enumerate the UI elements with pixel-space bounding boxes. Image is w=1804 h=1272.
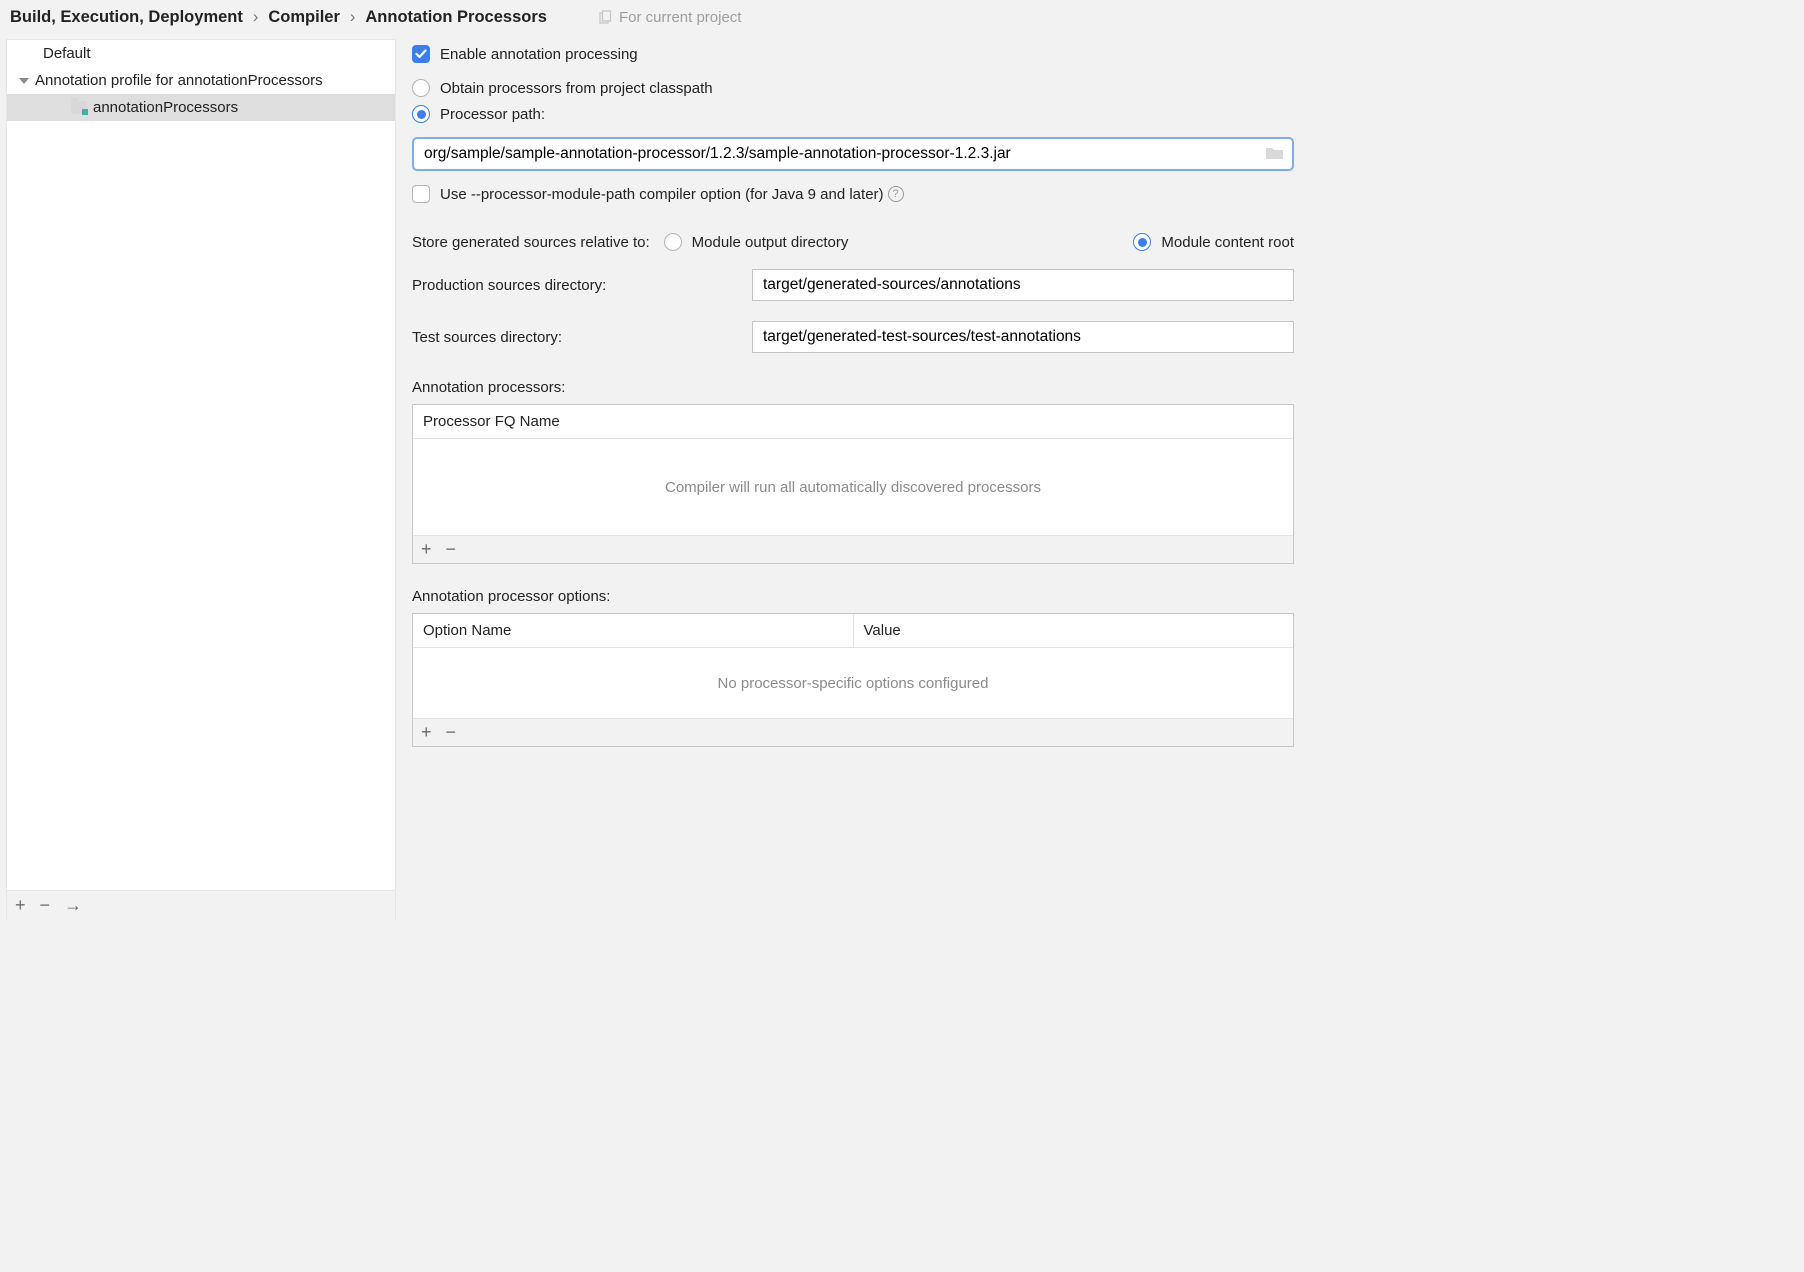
prod-dir-row: Production sources directory:	[412, 269, 1294, 301]
enable-label: Enable annotation processing	[440, 46, 638, 63]
add-profile-button[interactable]: +	[15, 895, 26, 916]
processor-path-row[interactable]: Processor path:	[412, 105, 1294, 123]
breadcrumb: Build, Execution, Deployment › Compiler …	[10, 8, 547, 27]
tree-label: Annotation profile for annotationProcess…	[35, 72, 323, 89]
store-option2-label: Module content root	[1161, 234, 1294, 251]
move-profile-button[interactable]: →	[64, 895, 82, 916]
help-icon[interactable]: ?	[888, 186, 904, 202]
test-dir-label: Test sources directory:	[412, 329, 752, 346]
col-option-value[interactable]: Value	[854, 614, 1294, 647]
scope-indicator: For current project	[597, 9, 742, 26]
test-dir-row: Test sources directory:	[412, 321, 1294, 353]
enable-annotation-checkbox[interactable]	[412, 45, 430, 63]
breadcrumb-part-1[interactable]: Build, Execution, Deployment	[10, 8, 243, 27]
obtain-label: Obtain processors from project classpath	[440, 80, 713, 97]
table-toolbar: + −	[413, 535, 1293, 563]
remove-profile-button[interactable]: −	[40, 895, 51, 916]
profile-item-module[interactable]: annotationProcessors	[7, 94, 395, 121]
breadcrumb-part-2[interactable]: Compiler	[268, 8, 340, 27]
ann-proc-section-label: Annotation processors:	[412, 379, 1294, 396]
breadcrumb-row: Build, Execution, Deployment › Compiler …	[0, 0, 1300, 39]
remove-processor-button[interactable]: −	[446, 539, 457, 560]
table-toolbar: + −	[413, 718, 1293, 746]
table-empty-text: No processor-specific options configured	[413, 648, 1293, 718]
obtain-from-classpath-radio[interactable]	[412, 79, 430, 97]
profile-sidebar: Default Annotation profile for annotatio…	[6, 39, 396, 920]
store-label: Store generated sources relative to:	[412, 234, 650, 251]
add-option-button[interactable]: +	[421, 722, 432, 743]
store-row: Store generated sources relative to: Mod…	[412, 233, 1294, 251]
table-empty-text: Compiler will run all automatically disc…	[413, 439, 1293, 535]
processor-options-table: Option Name Value No processor-specific …	[412, 613, 1294, 747]
sidebar-toolbar: + − →	[7, 890, 395, 920]
add-processor-button[interactable]: +	[421, 539, 432, 560]
module-output-radio[interactable]	[664, 233, 682, 251]
profile-item-annotation-profile[interactable]: Annotation profile for annotationProcess…	[7, 67, 395, 94]
enable-row[interactable]: Enable annotation processing	[412, 45, 1294, 63]
browse-folder-icon[interactable]	[1266, 145, 1284, 163]
table-header: Processor FQ Name	[413, 405, 1293, 439]
obtain-row[interactable]: Obtain processors from project classpath	[412, 79, 1294, 97]
processor-path-radio[interactable]	[412, 105, 430, 123]
body: Default Annotation profile for annotatio…	[0, 39, 1300, 920]
test-dir-input[interactable]	[752, 321, 1294, 353]
processor-path-input[interactable]	[422, 144, 1260, 164]
settings-panel: Build, Execution, Deployment › Compiler …	[0, 0, 1300, 920]
module-path-row[interactable]: Use --processor-module-path compiler opt…	[412, 185, 1294, 203]
main-panel: Enable annotation processing Obtain proc…	[396, 39, 1300, 920]
opt-section-label: Annotation processor options:	[412, 588, 1294, 605]
tree-label: Default	[43, 45, 91, 62]
table-header: Option Name Value	[413, 614, 1293, 648]
scope-label: For current project	[619, 9, 742, 26]
processor-path-field-wrap	[412, 137, 1294, 171]
module-path-label: Use --processor-module-path compiler opt…	[440, 186, 884, 203]
module-folder-icon	[71, 101, 87, 114]
store-option-output[interactable]: Module output directory	[664, 233, 849, 251]
profile-item-default[interactable]: Default	[7, 40, 395, 67]
col-option-name[interactable]: Option Name	[413, 614, 854, 647]
breadcrumb-sep: ›	[253, 8, 259, 27]
profile-tree[interactable]: Default Annotation profile for annotatio…	[7, 40, 395, 890]
breadcrumb-sep: ›	[350, 8, 356, 27]
processor-path-label: Processor path:	[440, 106, 545, 123]
col-processor-fq-name[interactable]: Processor FQ Name	[413, 405, 1293, 438]
remove-option-button[interactable]: −	[446, 722, 457, 743]
prod-dir-label: Production sources directory:	[412, 277, 752, 294]
prod-dir-input[interactable]	[752, 269, 1294, 301]
triangle-down-icon	[19, 78, 29, 84]
copy-icon	[597, 10, 613, 26]
module-content-root-radio[interactable]	[1133, 233, 1151, 251]
annotation-processors-table: Processor FQ Name Compiler will run all …	[412, 404, 1294, 564]
store-option-content[interactable]: Module content root	[1133, 233, 1294, 251]
breadcrumb-part-3[interactable]: Annotation Processors	[365, 8, 547, 27]
use-module-path-checkbox[interactable]	[412, 185, 430, 203]
store-option1-label: Module output directory	[692, 234, 849, 251]
tree-label: annotationProcessors	[93, 99, 238, 116]
